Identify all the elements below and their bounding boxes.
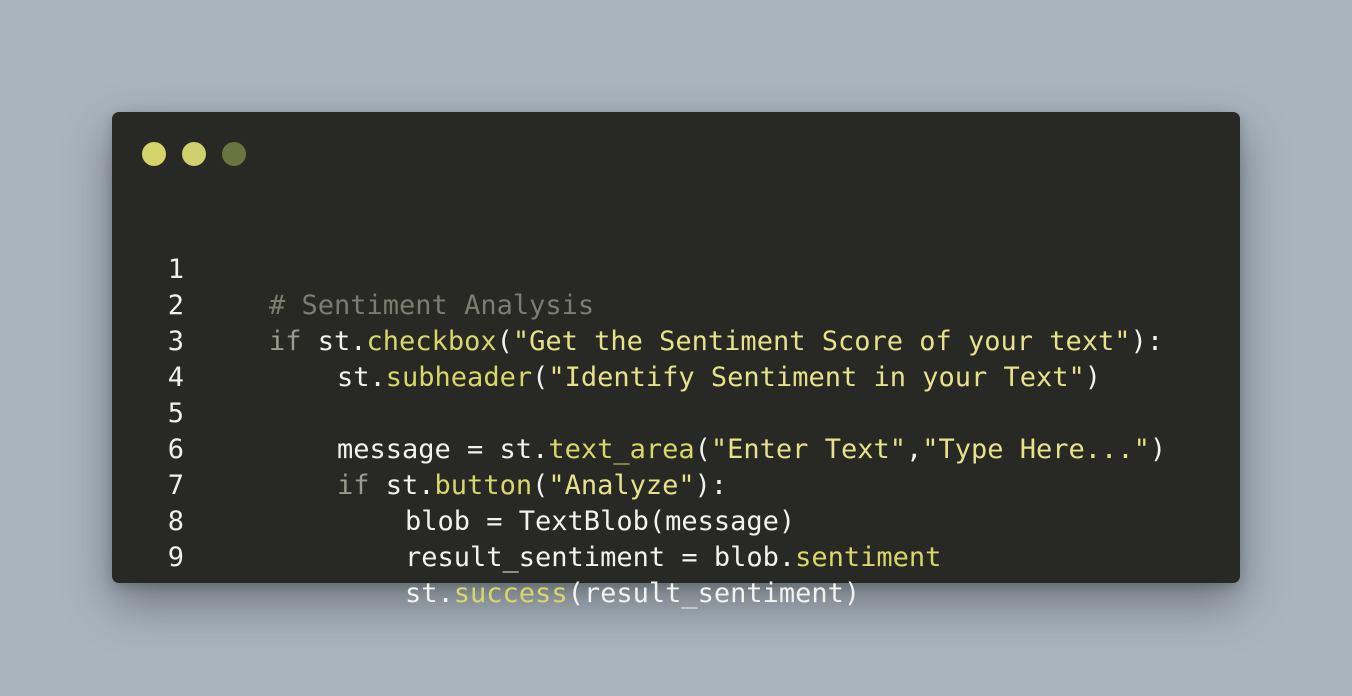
code-token-fn: sentiment bbox=[795, 542, 942, 573]
code-line: 9 st.success(result_sentiment) bbox=[112, 504, 1240, 609]
code-line: 1 # Sentiment Analysis bbox=[112, 216, 1240, 321]
code-text: result_sentiment = blob.sentiment bbox=[269, 540, 941, 576]
code-line: 7 blob = TextBlob(message) bbox=[112, 432, 1240, 537]
code-line: 3 st.subheader("Identify Sentiment in yo… bbox=[112, 288, 1240, 393]
code-token-fn: success bbox=[453, 578, 568, 609]
code-text: st.success(result_sentiment) bbox=[269, 576, 860, 612]
code-window: 1 # Sentiment Analysis 2 if st.checkbox(… bbox=[112, 112, 1240, 609]
code-line: 5 message = st.text_area("Enter Text","T… bbox=[112, 360, 1240, 465]
code-block: 1 # Sentiment Analysis 2 if st.checkbox(… bbox=[112, 216, 1240, 609]
line-number: 9 bbox=[167, 542, 184, 573]
window-controls bbox=[142, 142, 246, 166]
code-line: 4 bbox=[112, 324, 1240, 393]
window-dot-icon bbox=[142, 142, 166, 166]
window-dot-icon bbox=[182, 142, 206, 166]
code-line: 2 if st.checkbox("Get the Sentiment Scor… bbox=[112, 252, 1240, 357]
code-line: 6 if st.button("Analyze"): bbox=[112, 396, 1240, 501]
code-line: 8 result_sentiment = blob.sentiment bbox=[112, 468, 1240, 573]
window-dot-icon bbox=[222, 142, 246, 166]
code-token-plain: result_sentiment = blob. bbox=[405, 542, 796, 573]
code-token-plain: st. bbox=[405, 578, 454, 609]
code-token-plain: (result_sentiment) bbox=[567, 578, 861, 609]
